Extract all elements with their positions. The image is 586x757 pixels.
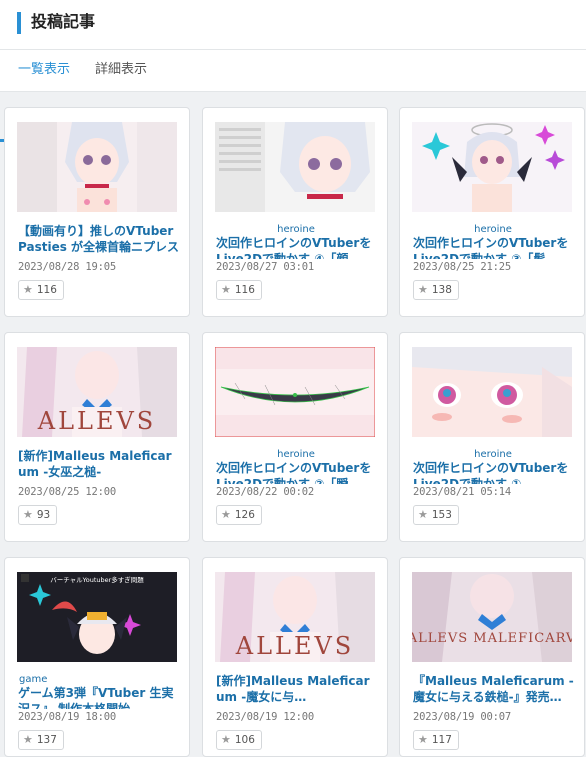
article-card[interactable]: バーチャルYoutuber多すぎ問題 game ゲーム第3弾『VTuber 生実… [4, 557, 190, 757]
article-thumbnail[interactable] [412, 122, 572, 212]
article-thumbnail[interactable] [412, 347, 572, 437]
article-thumbnail[interactable]: ALLEVS [17, 347, 177, 437]
like-count-badge[interactable]: ★ 126 [216, 505, 262, 525]
like-count-badge[interactable]: ★ 117 [413, 730, 459, 750]
article-date: 2023/08/19 18:00 [18, 711, 116, 723]
article-thumbnail[interactable] [215, 347, 375, 437]
header-accent-bar [17, 12, 21, 34]
article-title[interactable]: 次回作ヒロインのVTuberをLive2Dで動かす ① [413, 460, 575, 484]
article-card[interactable]: heroine 次回作ヒロインのVTuberをLive2Dで動かす ③「髪… 2… [399, 107, 585, 317]
article-thumbnail[interactable]: ALLEVS [215, 572, 375, 662]
like-count-badge[interactable]: ★ 116 [216, 280, 262, 300]
article-thumbnail[interactable] [215, 122, 375, 212]
view-tabs: 一覧表示 詳細表示 [0, 50, 586, 142]
like-count-badge[interactable]: ★ 116 [18, 280, 64, 300]
star-icon: ★ [221, 283, 231, 296]
article-card[interactable]: ALLEVS [新作]Malleus Maleficarum -女巫之槌- 20… [4, 332, 190, 542]
article-title[interactable]: ゲーム第3弾『VTuber 生実況ス』 制作本格開始 [18, 685, 180, 709]
article-title[interactable]: [新作]Malleus Maleficarum -女巫之槌- [18, 448, 180, 479]
article-card[interactable]: MALLEVS MALEFICARVM 『Malleus Maleficarum… [399, 557, 585, 757]
like-count-badge[interactable]: ★ 93 [18, 505, 58, 525]
star-icon: ★ [221, 733, 231, 746]
article-title[interactable]: [新作]Malleus Maleficarum -魔女に与… [216, 673, 378, 704]
article-date: 2023/08/25 21:25 [413, 261, 511, 273]
article-card[interactable]: heroine 次回作ヒロインのVTuberをLive2Dで動かす ②「瞬… 2… [202, 332, 388, 542]
article-card[interactable]: heroine 次回作ヒロインのVTuberをLive2Dで動かす ④「顔… 2… [202, 107, 388, 317]
article-date: 2023/08/19 12:00 [216, 711, 314, 723]
star-icon: ★ [418, 283, 428, 296]
star-icon: ★ [23, 508, 33, 521]
article-card[interactable]: heroine 次回作ヒロインのVTuberをLive2Dで動かす ① 2023… [399, 332, 585, 542]
article-title[interactable]: 次回作ヒロインのVTuberをLive2Dで動かす ③「髪… [413, 235, 575, 259]
star-icon: ★ [221, 508, 231, 521]
page-header: 投稿記事 [0, 0, 586, 50]
article-title[interactable]: 次回作ヒロインのVTuberをLive2Dで動かす ④「顔… [216, 235, 378, 259]
star-icon: ★ [23, 283, 33, 296]
svg-text:MALLEVS MALEFICARVM: MALLEVS MALEFICARVM [412, 631, 572, 646]
article-title[interactable]: 次回作ヒロインのVTuberをLive2Dで動かす ②「瞬… [216, 460, 378, 484]
article-date: 2023/08/19 00:07 [413, 711, 511, 723]
tab-list-view[interactable]: 一覧表示 [18, 62, 70, 78]
page-title: 投稿記事 [31, 12, 96, 31]
svg-text:バーチャルYoutuber多すぎ問題: バーチャルYoutuber多すぎ問題 [50, 575, 144, 584]
article-date: 2023/08/22 00:02 [216, 486, 314, 498]
like-count-badge[interactable]: ★ 106 [216, 730, 262, 750]
article-title[interactable]: 【動画有り】推しのVTuber Pasties が全裸首輪ニプレス緋創意… [18, 223, 180, 254]
article-date: 2023/08/28 19:05 [18, 261, 116, 273]
like-count-badge[interactable]: ★ 137 [18, 730, 64, 750]
article-date: 2023/08/25 12:00 [18, 486, 116, 498]
star-icon: ★ [418, 733, 428, 746]
article-thumbnail[interactable] [17, 122, 177, 212]
article-title[interactable]: 『Malleus Maleficarum -魔女に与える鉄槌-』発売… [413, 673, 575, 704]
svg-text:ALLEVS: ALLEVS [37, 407, 157, 435]
article-thumbnail[interactable]: MALLEVS MALEFICARVM [412, 572, 572, 662]
svg-text:ALLEVS: ALLEVS [235, 632, 355, 660]
article-card[interactable]: ALLEVS [新作]Malleus Maleficarum -魔女に与… 20… [202, 557, 388, 757]
like-count-badge[interactable]: ★ 153 [413, 505, 459, 525]
like-count-badge[interactable]: ★ 138 [413, 280, 459, 300]
star-icon: ★ [418, 508, 428, 521]
article-date: 2023/08/27 03:01 [216, 261, 314, 273]
star-icon: ★ [23, 733, 33, 746]
article-thumbnail[interactable]: バーチャルYoutuber多すぎ問題 [17, 572, 177, 662]
article-date: 2023/08/21 05:14 [413, 486, 511, 498]
article-card[interactable]: 【動画有り】推しのVTuber Pasties が全裸首輪ニプレス緋創意… 20… [4, 107, 190, 317]
tab-detail-view[interactable]: 詳細表示 [95, 62, 147, 78]
